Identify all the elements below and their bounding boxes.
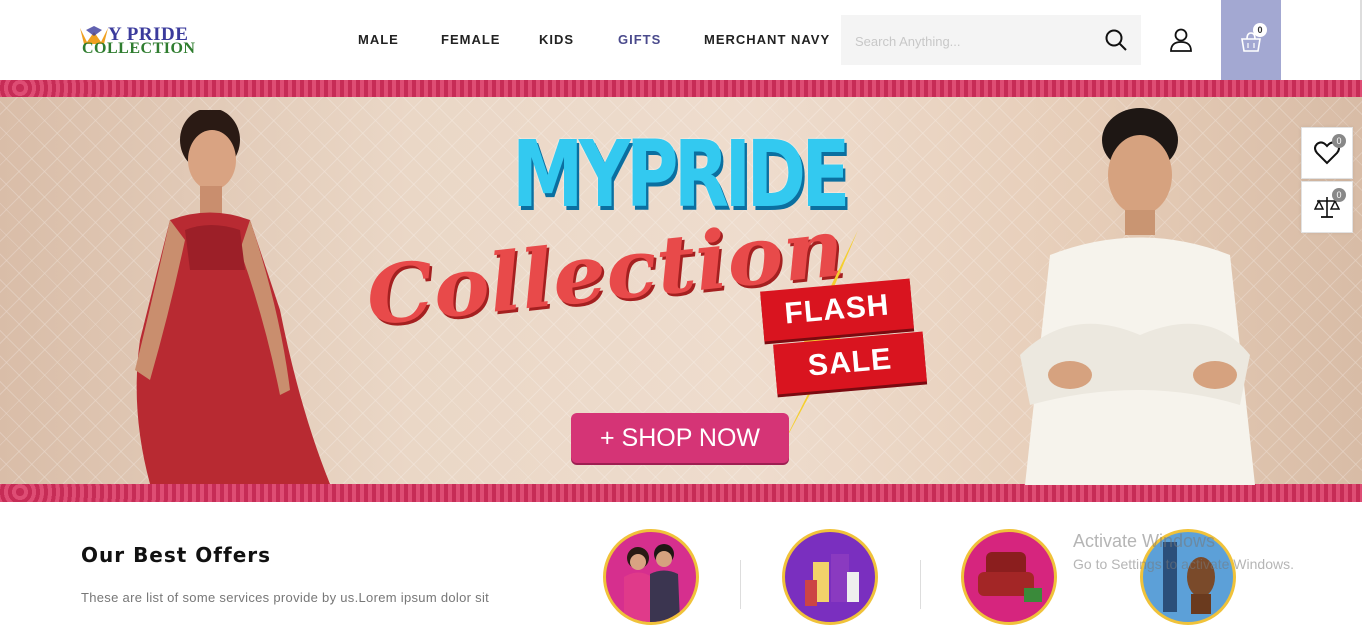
compare-count-badge: 0 [1332, 188, 1346, 202]
offer-category-fashion[interactable] [603, 529, 699, 625]
offers-divider [920, 560, 921, 609]
nav-gifts[interactable]: GIFTS [618, 32, 661, 47]
banner-top-strip [0, 80, 1362, 97]
activate-windows-title: Activate Windows [1073, 531, 1216, 551]
search-icon[interactable] [1105, 29, 1127, 51]
wishlist-button[interactable]: 0 [1301, 127, 1353, 179]
nav-female[interactable]: FEMALE [441, 32, 500, 47]
man-model-image [1020, 108, 1255, 485]
compare-button[interactable]: 0 [1301, 181, 1353, 233]
site-logo[interactable]: Y PRIDE COLLECTION [80, 24, 220, 58]
cart-count-badge: 0 [1253, 23, 1267, 37]
wishlist-count-badge: 0 [1332, 134, 1346, 148]
shop-now-button[interactable]: + SHOP NOW [571, 413, 789, 463]
nav-kids[interactable]: KIDS [539, 32, 574, 47]
hero-banner[interactable]: MYPRIDE Collection FLASH SALE + SHOP NOW [0, 80, 1362, 502]
woman-model-image [135, 110, 330, 484]
offer-category-furniture[interactable] [961, 529, 1057, 625]
offers-divider [740, 560, 741, 609]
activate-windows-subtitle: Go to Settings to activate Windows. [1073, 556, 1294, 572]
offer-category-beauty[interactable] [782, 529, 878, 625]
logo-line2: COLLECTION [82, 40, 196, 57]
search-input[interactable] [853, 30, 1087, 52]
user-account-icon[interactable] [1168, 27, 1194, 53]
banner-bottom-strip [0, 484, 1362, 502]
offers-description: These are list of some services provide … [81, 590, 490, 605]
site-header: Y PRIDE COLLECTION MALE FEMALE KIDS GIFT… [0, 0, 1362, 80]
offers-title: Our Best Offers [81, 543, 272, 567]
nav-merchant-navy[interactable]: MERCHANT NAVY [704, 32, 830, 47]
search-box [841, 15, 1141, 65]
cart-button[interactable]: 0 [1221, 0, 1281, 80]
nav-male[interactable]: MALE [358, 32, 399, 47]
